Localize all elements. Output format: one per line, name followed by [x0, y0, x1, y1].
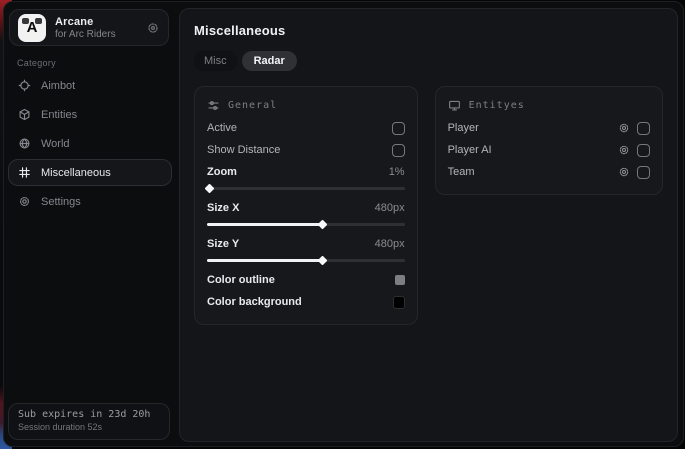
tab-radar[interactable]: Radar [242, 51, 297, 71]
session-duration: Session duration 52s [18, 422, 160, 432]
player-ai-checkbox[interactable] [637, 144, 650, 157]
main-panel: Miscellaneous Misc Radar General Active [179, 8, 678, 442]
cube-icon [18, 108, 31, 121]
sidebar-item-settings[interactable]: Settings [8, 188, 172, 215]
profile-card: A Arcane for Arc Riders [9, 9, 169, 46]
gear-icon [18, 195, 31, 208]
screen: A Arcane for Arc Riders Category Aimbot [0, 0, 685, 449]
sidebar-item-label: Settings [41, 196, 81, 208]
color-outline-label: Color outline [207, 274, 275, 286]
color-background-row: Color background [207, 291, 405, 313]
size-x-row: Size X 480px [207, 197, 405, 219]
profile-text: Arcane for Arc Riders [55, 16, 137, 40]
crosshair-icon [18, 79, 31, 92]
size-x-value: 480px [375, 202, 405, 214]
size-x-slider[interactable] [207, 220, 405, 229]
active-label: Active [207, 122, 237, 134]
subscription-card: Sub expires in 23d 20h Session duration … [8, 403, 170, 440]
player-label: Player [448, 122, 479, 134]
zoom-slider-fill [207, 187, 209, 190]
size-y-label: Size Y [207, 238, 239, 250]
sidebar-item-entities[interactable]: Entities [8, 101, 172, 128]
color-outline-row: Color outline [207, 269, 405, 291]
cards-row: General Active Show Distance Zoom 1% [194, 86, 663, 325]
size-x-slider-thumb[interactable] [317, 220, 327, 230]
show-distance-label: Show Distance [207, 144, 280, 156]
sidebar: A Arcane for Arc Riders Category Aimbot [4, 2, 179, 446]
size-y-slider-thumb[interactable] [317, 256, 327, 266]
tab-bar: Misc Radar [194, 51, 663, 71]
sidebar-item-aimbot[interactable]: Aimbot [8, 72, 172, 99]
active-row: Active [207, 117, 405, 139]
sidebar-item-label: Aimbot [41, 80, 75, 92]
active-checkbox[interactable] [392, 122, 405, 135]
player-ai-settings-gear-icon[interactable] [618, 144, 630, 156]
general-card: General Active Show Distance Zoom 1% [194, 86, 418, 325]
size-y-value: 480px [375, 238, 405, 250]
size-y-slider-fill [207, 259, 322, 262]
zoom-label: Zoom [207, 166, 237, 178]
zoom-slider[interactable] [207, 184, 405, 193]
team-settings-gear-icon[interactable] [618, 166, 630, 178]
size-y-slider[interactable] [207, 256, 405, 265]
subscription-expires: Sub expires in 23d 20h [18, 409, 160, 420]
zoom-value: 1% [389, 166, 405, 178]
sidebar-item-miscellaneous[interactable]: Miscellaneous [8, 159, 172, 186]
show-distance-row: Show Distance [207, 139, 405, 161]
zoom-slider-track [207, 187, 405, 190]
zoom-row: Zoom 1% [207, 161, 405, 183]
zoom-slider-thumb[interactable] [205, 184, 215, 194]
team-controls [618, 166, 650, 179]
profile-gear-icon[interactable] [146, 21, 160, 35]
sidebar-nav: Aimbot Entities World [8, 72, 172, 217]
general-card-header: General [207, 96, 405, 114]
size-x-slider-fill [207, 223, 322, 226]
category-label: Category [17, 58, 56, 68]
entity-row-player: Player [448, 117, 650, 139]
sidebar-item-label: Miscellaneous [41, 167, 111, 179]
globe-icon [18, 137, 31, 150]
entities-card: Entityes Player Player AI [435, 86, 663, 195]
app-logo: A [18, 14, 46, 42]
team-checkbox[interactable] [637, 166, 650, 179]
app-logo-letter: A [27, 19, 38, 36]
sidebar-item-label: World [41, 138, 70, 150]
sidebar-item-world[interactable]: World [8, 130, 172, 157]
monitor-icon [448, 99, 461, 112]
app-title: Arcane [55, 16, 137, 28]
entities-card-header: Entityes [448, 96, 650, 114]
app-window: A Arcane for Arc Riders Category Aimbot [3, 1, 684, 447]
player-checkbox[interactable] [637, 122, 650, 135]
tab-misc[interactable]: Misc [194, 51, 237, 71]
general-card-title: General [228, 100, 277, 111]
color-background-swatch[interactable] [393, 296, 405, 309]
entity-row-player-ai: Player AI [448, 139, 650, 161]
player-controls [618, 122, 650, 135]
color-outline-swatch[interactable] [395, 275, 405, 285]
player-ai-controls [618, 144, 650, 157]
page-title: Miscellaneous [194, 23, 663, 38]
grid-icon [18, 166, 31, 179]
sliders-icon [207, 99, 220, 112]
sidebar-item-label: Entities [41, 109, 77, 121]
size-y-row: Size Y 480px [207, 233, 405, 255]
entities-card-title: Entityes [469, 100, 525, 111]
player-ai-label: Player AI [448, 144, 492, 156]
player-settings-gear-icon[interactable] [618, 122, 630, 134]
app-subtitle: for Arc Riders [55, 29, 137, 40]
entity-row-team: Team [448, 161, 650, 183]
show-distance-checkbox[interactable] [392, 144, 405, 157]
team-label: Team [448, 166, 475, 178]
size-x-label: Size X [207, 202, 239, 214]
color-background-label: Color background [207, 296, 302, 308]
